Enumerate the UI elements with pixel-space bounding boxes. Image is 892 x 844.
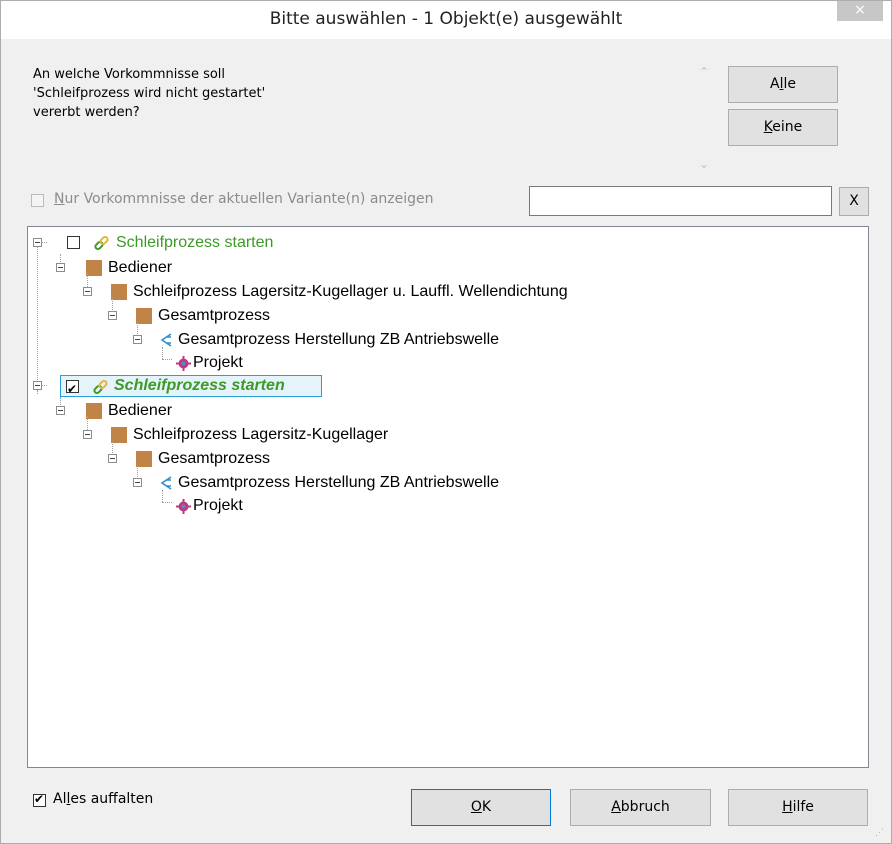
node-label: Projekt [193, 354, 243, 371]
variant-filter-text: ur Vorkommnisse der aktuellen Variante(n… [64, 191, 434, 207]
tree-line [162, 359, 172, 360]
collapse-icon[interactable] [108, 454, 117, 463]
tree-line [162, 490, 163, 502]
expand-all-text-post: es auffalten [70, 791, 154, 807]
resize-grip-icon[interactable]: ⋰ [875, 827, 885, 837]
role-square-icon [86, 260, 102, 276]
collapse-icon[interactable] [33, 381, 42, 390]
collapse-icon[interactable] [56, 406, 65, 415]
node-checkbox[interactable] [66, 378, 79, 400]
expand-all-checkbox[interactable] [33, 792, 46, 807]
search-input[interactable] [529, 186, 832, 216]
process-square-icon [136, 451, 152, 467]
variant-filter-mnemonic: N [54, 191, 65, 207]
node-label: Gesamtprozess Herstellung ZB Antriebswel… [178, 331, 500, 348]
process-tree-icon [160, 476, 172, 490]
node-label: Schleifprozess starten [114, 377, 285, 394]
link-icon [93, 379, 108, 395]
tree-line [42, 242, 47, 243]
abbruch-mnemonic: A [611, 799, 621, 815]
collapse-icon[interactable] [33, 238, 42, 247]
link-icon [94, 235, 109, 251]
alle-label-post: le [783, 76, 796, 92]
hilfe-button[interactable]: Hilfe [728, 789, 868, 826]
expand-all-text-pre: Al [53, 791, 67, 807]
node-label: Gesamtprozess [158, 450, 271, 467]
scroll-up-icon[interactable]: ⌃ [695, 65, 713, 81]
scroll-down-icon[interactable]: ⌄ [695, 157, 713, 173]
tree-line [162, 347, 163, 359]
node-label: Schleifprozess Lagersitz-Kugellager u. L… [133, 283, 568, 300]
collapse-icon[interactable] [83, 430, 92, 439]
node-label: Gesamtprozess Herstellung ZB Antriebswel… [178, 474, 500, 491]
hilfe-mnemonic: H [782, 799, 793, 815]
alle-label-pre: A [770, 76, 780, 92]
ok-mnemonic: O [470, 799, 482, 815]
collapse-icon[interactable] [83, 287, 92, 296]
node-label: Schleifprozess Lagersitz-Kugellager [133, 426, 389, 443]
project-gear-icon [176, 499, 191, 514]
node-label: Bediener [108, 259, 173, 276]
collapse-icon[interactable] [108, 311, 117, 320]
variant-filter-checkbox[interactable] [31, 194, 44, 207]
ok-button[interactable]: OK [411, 789, 551, 826]
alle-button[interactable]: Alle [728, 66, 838, 103]
prompt-text: An welche Vorkommnisse soll 'Schleifproz… [33, 65, 673, 175]
node-checkbox[interactable] [67, 236, 80, 249]
tree-line [37, 390, 38, 394]
collapse-icon[interactable] [56, 263, 65, 272]
role-square-icon [86, 403, 102, 419]
selected-node-highlight[interactable]: Schleifprozess starten [60, 375, 322, 400]
close-button[interactable]: × [837, 1, 883, 21]
process-tree-icon [160, 333, 172, 347]
node-label: Schleifprozess starten [116, 234, 274, 251]
node-label: Projekt [193, 497, 243, 514]
project-gear-icon [176, 356, 191, 371]
node-label: Gesamtprozess [158, 307, 271, 324]
window-title: Bitte auswählen - 1 Objekt(e) ausgewählt [269, 9, 623, 29]
variant-filter-label: Nur Vorkommnisse der aktuellen Variante(… [54, 191, 434, 207]
hilfe-text: ilfe [792, 799, 814, 815]
step-square-icon [111, 427, 127, 443]
occurrence-tree[interactable]: Schleifprozess starten Bediener Schleifp… [27, 226, 869, 768]
collapse-icon[interactable] [133, 335, 142, 344]
keine-label-mnemonic: K [763, 119, 773, 135]
tree-line [162, 502, 172, 503]
prompt-line: An welche Vorkommnisse soll [33, 67, 226, 82]
prompt-line: 'Schleifprozess wird nicht gestartet' [33, 86, 266, 101]
abbruch-button[interactable]: Abbruch [570, 789, 711, 826]
expand-all-label: Alles auffalten [53, 791, 153, 807]
tree-line [37, 244, 38, 386]
keine-button[interactable]: Keine [728, 109, 838, 146]
title-bar: Bitte auswählen - 1 Objekt(e) ausgewählt… [1, 1, 891, 39]
tree-line [42, 385, 47, 386]
process-square-icon [136, 308, 152, 324]
dialog-window: Bitte auswählen - 1 Objekt(e) ausgewählt… [0, 0, 892, 844]
abbruch-text: bbruch [620, 799, 670, 815]
node-label: Bediener [108, 402, 173, 419]
keine-label-post: eine [772, 119, 803, 135]
step-square-icon [111, 284, 127, 300]
collapse-icon[interactable] [133, 478, 142, 487]
prompt-line: vererbt werden? [33, 105, 140, 120]
clear-search-button[interactable]: X [839, 187, 869, 216]
ok-text: K [481, 799, 492, 815]
